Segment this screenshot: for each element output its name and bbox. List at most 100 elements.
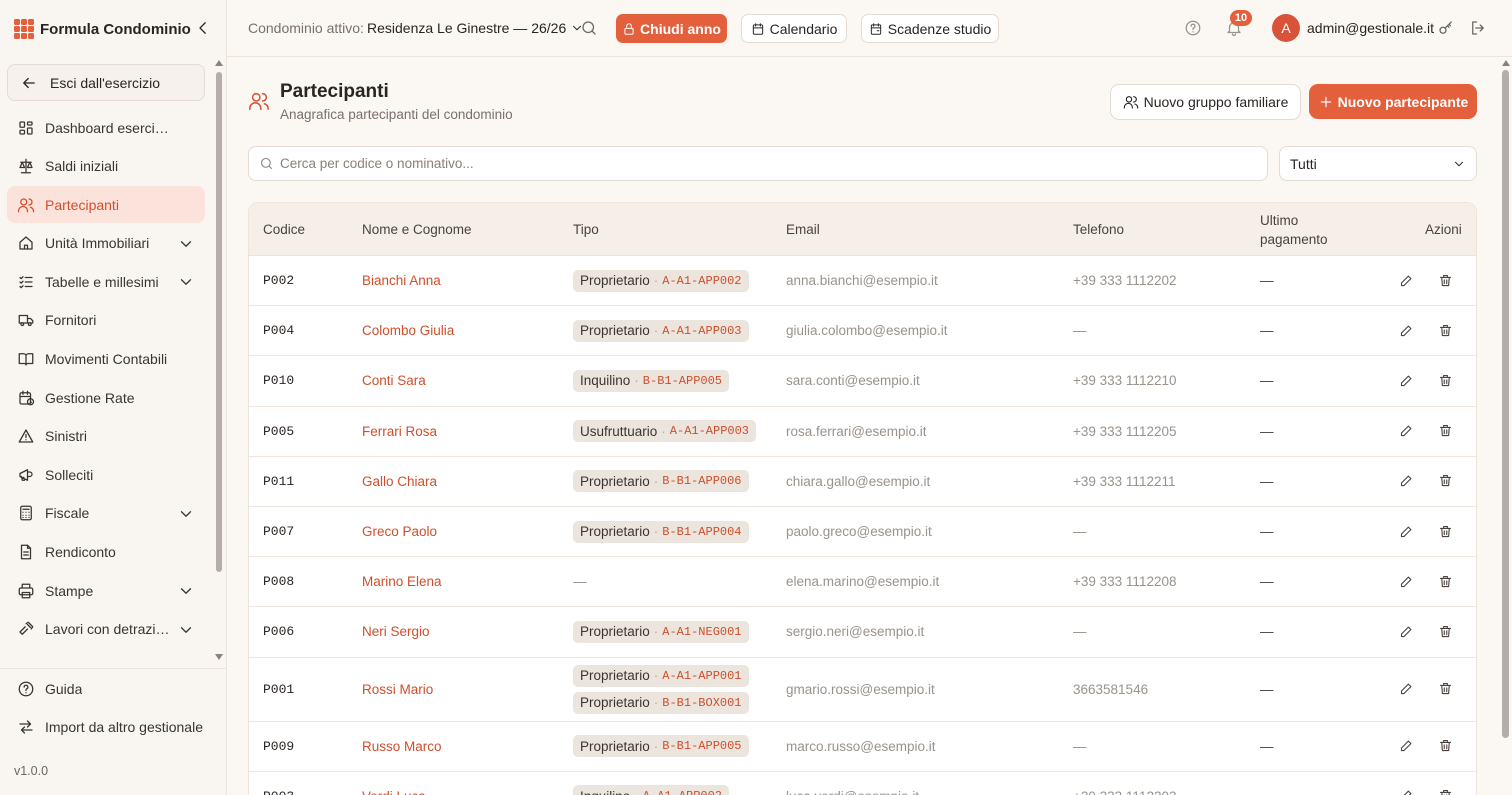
table-row[interactable]: P011 Gallo Chiara Proprietario · B-B1-APP006… (249, 457, 1476, 507)
cell-name-link[interactable]: Bianchi Anna (362, 256, 441, 305)
sidebar-item-rendiconto[interactable]: Rendiconto (7, 534, 205, 571)
cell-last-payment: — (1260, 323, 1274, 339)
column-header-email[interactable]: Email (786, 203, 820, 256)
cell-name-link[interactable]: Verdi Luca (362, 772, 426, 795)
cell-name-link[interactable]: Gallo Chiara (362, 457, 437, 506)
search-input[interactable] (280, 147, 1240, 180)
table-row[interactable]: P009 Russo Marco Proprietario · B-B1-APP005 m… (249, 722, 1476, 772)
table-row[interactable]: P008 Marino Elena — elena.marino@esempio.it… (249, 557, 1476, 608)
edit-icon[interactable] (1399, 273, 1415, 289)
trash-icon[interactable] (1438, 738, 1454, 754)
search-icon[interactable] (580, 19, 598, 37)
edit-icon[interactable] (1399, 681, 1415, 697)
search-field[interactable] (248, 146, 1268, 181)
exit-exercise-button[interactable]: Esci dall'esercizio (7, 64, 205, 101)
column-header-phone[interactable]: Telefono (1073, 203, 1124, 256)
trash-icon[interactable] (1438, 624, 1454, 640)
sidebar-item-partecipanti[interactable]: Partecipanti (7, 186, 205, 224)
sidebar-scroll-thumb[interactable] (216, 72, 222, 572)
sidebar-item-stampe[interactable]: Stampe (7, 572, 205, 609)
new-participant-label: Nuovo partecipante (1337, 93, 1469, 110)
cell-name-link[interactable]: Colombo Giulia (362, 306, 454, 355)
cell-name-link[interactable]: Ferrari Rosa (362, 407, 437, 456)
sidebar-item-lavori-con-detrazioni-fiscali[interactable]: Lavori con detrazioni fiscali (7, 611, 205, 648)
main-scroll-thumb[interactable] (1502, 70, 1509, 738)
active-condo-select[interactable]: Residenza Le Ginestre — 26/26 (367, 20, 584, 36)
key-icon[interactable] (1437, 19, 1455, 37)
sidebar-item-label: Import da altro gestionale (45, 719, 203, 736)
sidebar-item-dashboard-esercizio[interactable]: Dashboard esercizio (7, 109, 205, 146)
type-filter-select[interactable]: Tutti (1279, 146, 1477, 181)
user-email[interactable]: admin@gestionale.it (1307, 20, 1434, 36)
edit-icon[interactable] (1399, 788, 1415, 795)
main-scrollbar[interactable] (1500, 60, 1512, 795)
edit-icon[interactable] (1399, 373, 1415, 389)
edit-icon[interactable] (1399, 624, 1415, 640)
logout-icon[interactable] (1469, 19, 1487, 37)
scroll-up-arrow[interactable] (215, 60, 223, 66)
cell-name-link[interactable]: Greco Paolo (362, 507, 437, 556)
sidebar-item-fiscale[interactable]: Fiscale (7, 495, 205, 532)
separator-dot: · (653, 695, 659, 711)
column-header-code[interactable]: Codice (263, 203, 305, 256)
scroll-down-arrow[interactable] (215, 654, 223, 660)
trash-icon[interactable] (1438, 681, 1454, 697)
chevron-down-icon[interactable] (177, 582, 195, 600)
help-icon[interactable] (1184, 19, 1202, 37)
sidebar-item-tabelle-e-millesimi[interactable]: Tabelle e millesimi (7, 263, 205, 300)
chevron-down-icon[interactable] (177, 273, 195, 291)
scroll-up-arrow[interactable] (1502, 60, 1510, 66)
table-row[interactable]: P007 Greco Paolo Proprietario · B-B1-APP004 p… (249, 507, 1476, 558)
cell-name-link[interactable]: Marino Elena (362, 557, 442, 606)
cell-name-link[interactable]: Conti Sara (362, 356, 426, 405)
sidebar-item-gestione-rate[interactable]: Gestione Rate (7, 379, 205, 416)
trash-icon[interactable] (1438, 423, 1454, 439)
document-icon (17, 543, 35, 561)
sidebar-item-solleciti[interactable]: Solleciti (7, 456, 205, 493)
column-header-name[interactable]: Nome e Cognome (362, 203, 472, 256)
collapse-sidebar-icon[interactable] (194, 19, 212, 37)
edit-icon[interactable] (1399, 423, 1415, 439)
chevron-down-icon[interactable] (177, 505, 195, 523)
table-row[interactable]: P004 Colombo Giulia Proprietario · A-A1-APP0… (249, 306, 1476, 357)
sidebar-item-fornitori[interactable]: Fornitori (7, 302, 205, 339)
sidebar-item-import[interactable]: Import da altro gestionale (7, 709, 205, 746)
trash-icon[interactable] (1438, 788, 1454, 795)
trash-icon[interactable] (1438, 323, 1454, 339)
column-header-last-payment[interactable]: Ultimo pagamento (1260, 203, 1360, 256)
calendar-button[interactable]: Calendario (741, 14, 847, 43)
trash-icon[interactable] (1438, 273, 1454, 289)
table-row[interactable]: P005 Ferrari Rosa Usufruttuario · A-A1-APP00… (249, 407, 1476, 457)
edit-icon[interactable] (1399, 524, 1415, 540)
deadlines-button[interactable]: Scadenze studio (861, 14, 999, 43)
cell-name-link[interactable]: Neri Sergio (362, 607, 430, 656)
trash-icon[interactable] (1438, 574, 1454, 590)
sidebar-item-guida[interactable]: Guida (7, 670, 205, 707)
close-year-button[interactable]: Chiudi anno (616, 14, 727, 43)
edit-icon[interactable] (1399, 738, 1415, 754)
chevron-down-icon[interactable] (177, 235, 195, 253)
sidebar-item-sinistri[interactable]: Sinistri (7, 418, 205, 455)
chevron-down-icon[interactable] (177, 621, 195, 639)
sidebar-item-movimenti-contabili[interactable]: Movimenti Contabili (7, 341, 205, 378)
trash-icon[interactable] (1438, 373, 1454, 389)
new-family-group-button[interactable]: Nuovo gruppo familiare (1110, 84, 1301, 120)
cell-name-link[interactable]: Rossi Mario (362, 658, 433, 721)
table-row[interactable]: P003 Verdi Luca Inquilino · A-A1-APP002 luca.… (249, 772, 1476, 795)
sidebar-item-unita-immobiliari[interactable]: Unità Immobiliari (7, 225, 205, 262)
cell-name-link[interactable]: Russo Marco (362, 722, 442, 771)
table-row[interactable]: P010 Conti Sara Inquilino · B-B1-APP005 sara.… (249, 356, 1476, 407)
sidebar-scrollbar[interactable] (213, 60, 225, 664)
edit-icon[interactable] (1399, 574, 1415, 590)
edit-icon[interactable] (1399, 473, 1415, 489)
column-header-type[interactable]: Tipo (573, 203, 599, 256)
new-participant-button[interactable]: Nuovo partecipante (1309, 84, 1477, 119)
avatar[interactable]: A (1272, 14, 1300, 42)
trash-icon[interactable] (1438, 524, 1454, 540)
table-row[interactable]: P002 Bianchi Anna Proprietario · A-A1-APP002… (249, 256, 1476, 307)
sidebar-item-saldi-iniziali[interactable]: Saldi iniziali (7, 148, 205, 185)
table-row[interactable]: P001 Rossi Mario Proprietario · A-A1-APP001 P… (249, 658, 1476, 722)
edit-icon[interactable] (1399, 323, 1415, 339)
trash-icon[interactable] (1438, 473, 1454, 489)
table-row[interactable]: P006 Neri Sergio Proprietario · A-A1-NEG001 s… (249, 607, 1476, 658)
